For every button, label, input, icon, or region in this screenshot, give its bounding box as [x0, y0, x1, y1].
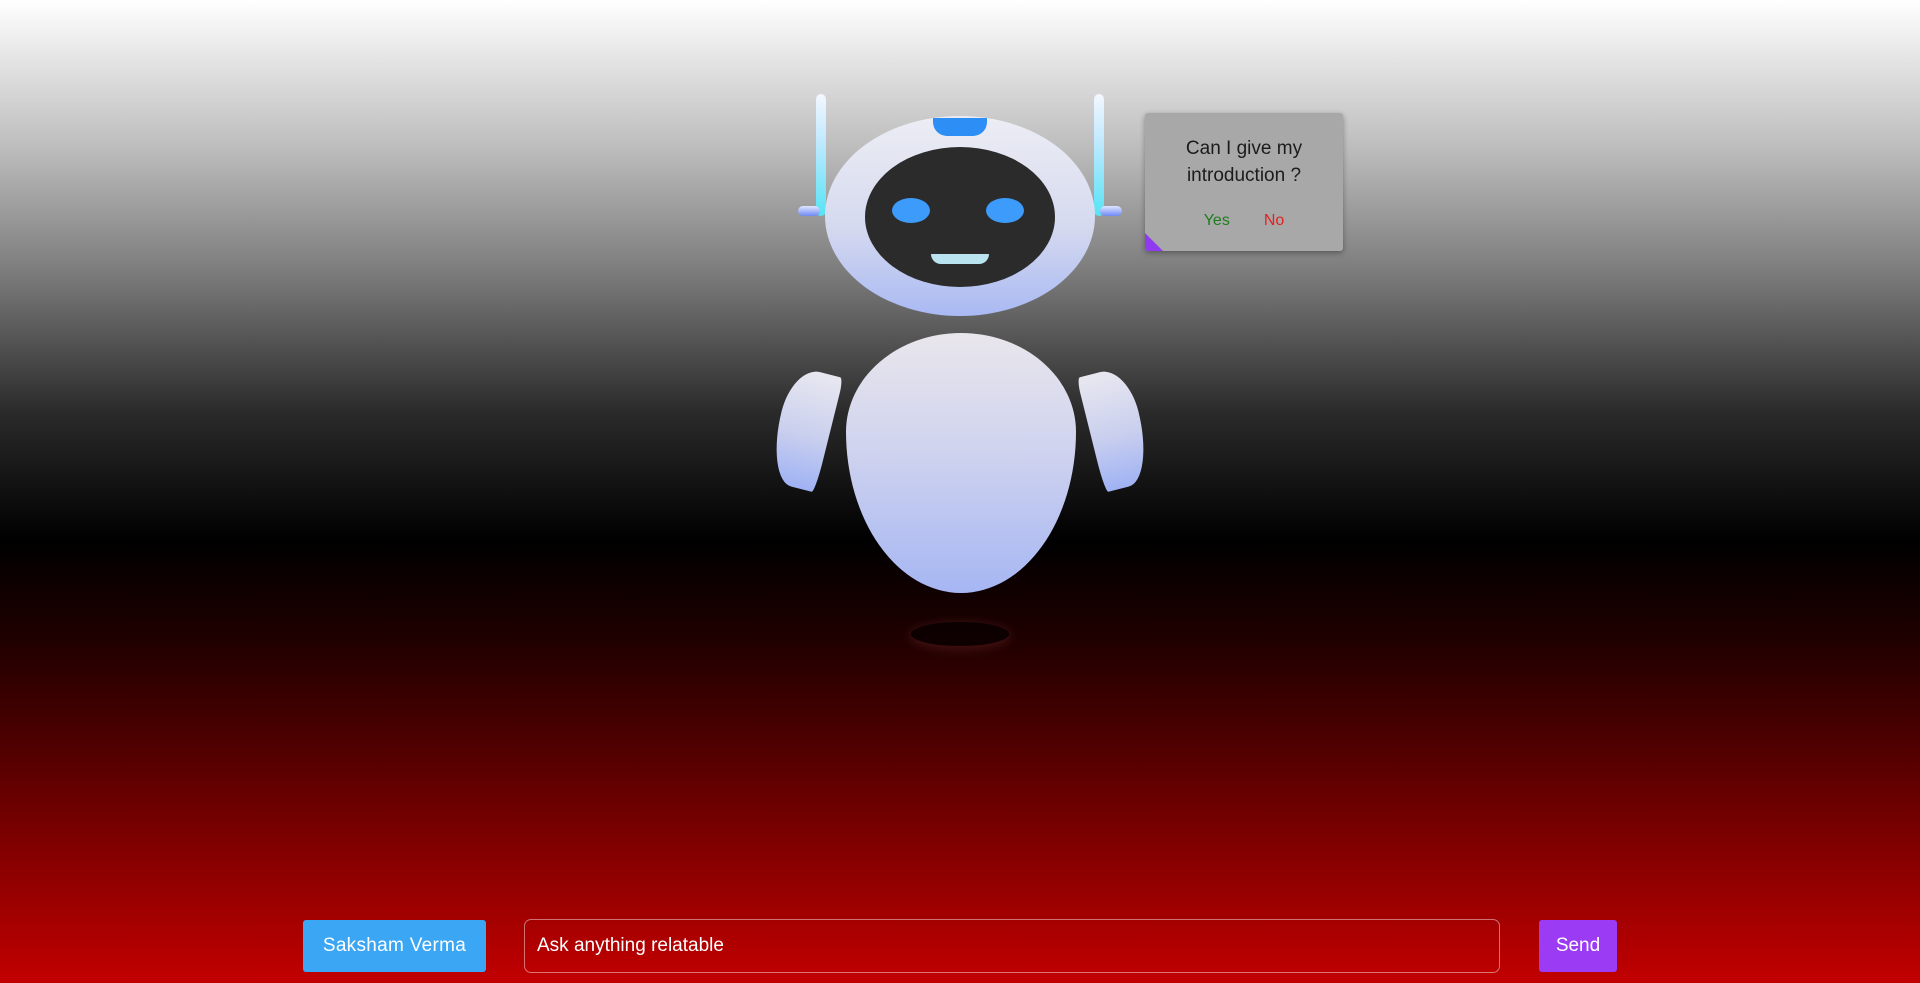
speech-bubble: Can I give my introduction ? Yes No — [1145, 113, 1343, 251]
robot-right-arm — [1076, 365, 1156, 493]
robot-illustration — [764, 90, 1156, 650]
robot-head-light — [933, 118, 987, 136]
left-antenna — [816, 94, 826, 216]
bubble-question: Can I give my introduction ? — [1185, 138, 1303, 186]
send-button[interactable]: Send — [1539, 920, 1617, 972]
robot-mouth — [931, 254, 989, 264]
yes-button[interactable]: Yes — [1204, 212, 1230, 230]
right-antenna — [1094, 94, 1104, 216]
robot-shadow — [911, 622, 1009, 646]
robot-face — [865, 147, 1055, 287]
bubble-actions: Yes No — [1145, 212, 1343, 230]
robot-body — [846, 333, 1076, 593]
right-ear — [1100, 206, 1122, 216]
chat-input[interactable] — [524, 919, 1500, 973]
no-button[interactable]: No — [1264, 212, 1284, 230]
robot-right-eye — [986, 198, 1024, 223]
robot-left-arm — [764, 365, 844, 493]
robot-left-eye — [892, 198, 930, 223]
bubble-corner-accent — [1145, 233, 1163, 251]
left-ear — [798, 206, 820, 216]
user-name-button[interactable]: Saksham Verma — [303, 920, 486, 972]
